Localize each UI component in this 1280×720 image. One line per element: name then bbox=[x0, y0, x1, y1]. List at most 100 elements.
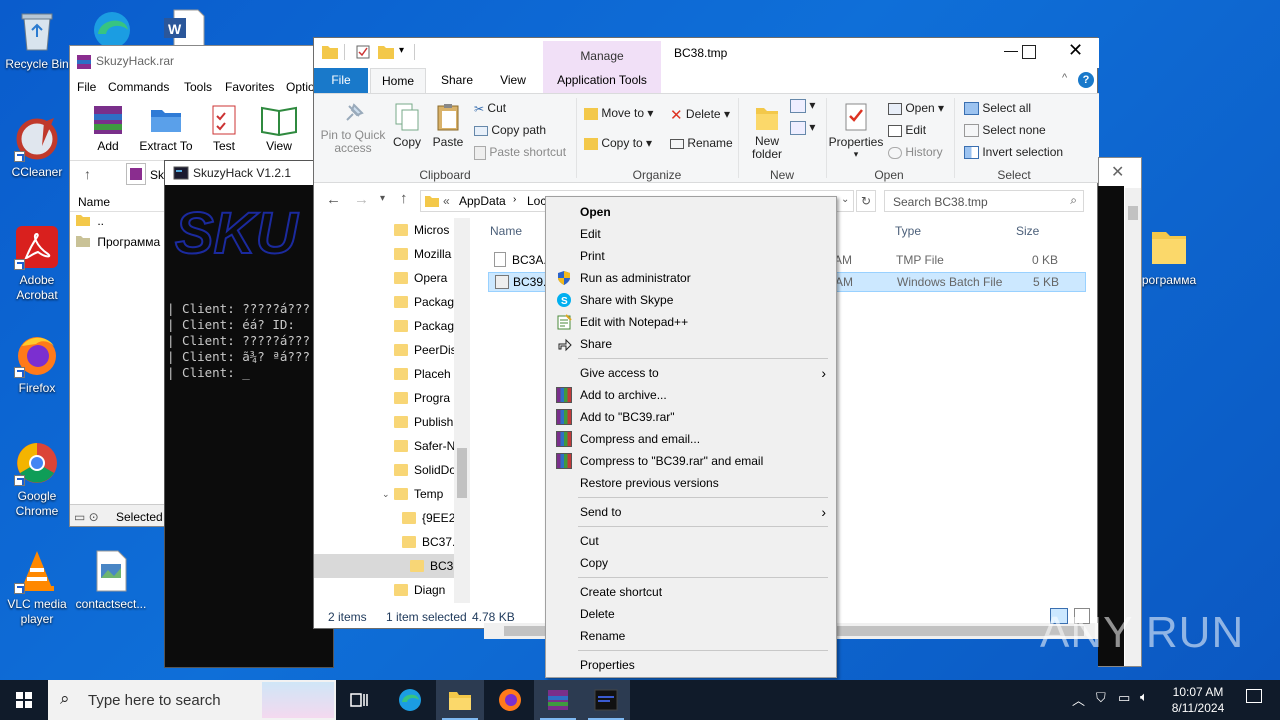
menu-item-give-access[interactable]: Give access to › bbox=[546, 362, 836, 384]
start-button[interactable] bbox=[0, 680, 48, 720]
winrar-view-button[interactable]: View bbox=[258, 102, 300, 153]
notifications-icon[interactable] bbox=[1246, 689, 1262, 703]
column-name[interactable]: Name bbox=[490, 224, 522, 238]
word-document-desktop-icon[interactable]: W bbox=[160, 8, 206, 47]
collapse-ribbon-icon[interactable]: ^ bbox=[1062, 72, 1067, 84]
taskbar-edge[interactable] bbox=[386, 680, 434, 720]
help-icon[interactable]: ? bbox=[1078, 72, 1094, 88]
move-to-button[interactable]: Move to ▾ bbox=[584, 106, 653, 120]
winrar-menu-favorites[interactable]: Favorites bbox=[225, 80, 274, 94]
address-local[interactable]: Loc bbox=[527, 194, 546, 208]
delete-button[interactable]: ✕ Delete ▾ bbox=[670, 106, 730, 124]
cut-button[interactable]: ✂ Cut bbox=[474, 101, 506, 116]
column-size[interactable]: Size bbox=[1016, 224, 1039, 238]
search-box[interactable]: Search BC38.tmp ⌕ bbox=[884, 190, 1084, 212]
winrar-menu-options[interactable]: Optio bbox=[286, 80, 315, 94]
refresh-icon[interactable]: ↻ bbox=[856, 190, 876, 212]
taskbar-console[interactable] bbox=[582, 680, 630, 720]
menu-item-print[interactable]: Print bbox=[546, 245, 836, 267]
nav-item-selected[interactable]: BC3 bbox=[314, 554, 454, 578]
history-button[interactable]: History bbox=[888, 145, 943, 159]
close-icon[interactable]: ✕ bbox=[1111, 162, 1124, 182]
tab-share[interactable]: Share bbox=[432, 68, 482, 93]
up-arrow-icon[interactable]: ↑ bbox=[84, 166, 91, 182]
nav-item[interactable]: Opera bbox=[394, 266, 447, 290]
console-title-bar[interactable]: SkuzyHack V1.2.1 bbox=[165, 161, 333, 185]
paste-button[interactable]: Paste bbox=[432, 102, 464, 149]
nav-item[interactable]: Mozilla bbox=[394, 242, 451, 266]
menu-item-copy[interactable]: Copy bbox=[546, 552, 836, 574]
paste-shortcut-button[interactable]: Paste shortcut bbox=[474, 145, 566, 160]
nav-item[interactable]: Placeh bbox=[394, 362, 451, 386]
show-hidden-icons-icon[interactable]: ︿ bbox=[1072, 690, 1085, 709]
nav-item[interactable]: {9EE2 bbox=[402, 506, 455, 530]
address-dropdown-icon[interactable]: ⌄ bbox=[841, 194, 849, 205]
nav-item[interactable]: Safer-N bbox=[394, 434, 455, 458]
winrar-name-column[interactable]: Name bbox=[78, 195, 110, 209]
taskbar-firefox[interactable] bbox=[486, 680, 534, 720]
desktop-icon-contactsect[interactable]: contactsect... bbox=[74, 548, 148, 612]
chevron-right-icon[interactable]: › bbox=[513, 194, 516, 205]
background-window-scrollbar[interactable] bbox=[1125, 188, 1141, 666]
winrar-menu-file[interactable]: File bbox=[77, 80, 96, 94]
menu-item-rename[interactable]: Rename bbox=[546, 625, 836, 647]
desktop-icon-google-chrome[interactable]: Google Chrome bbox=[0, 440, 74, 519]
taskbar-search-box[interactable]: ⌕ Type here to search bbox=[48, 680, 336, 720]
winrar-add-button[interactable]: Add bbox=[88, 102, 128, 153]
rename-button[interactable]: Rename bbox=[670, 136, 733, 150]
desktop-icon-ccleaner[interactable]: CCleaner bbox=[0, 116, 74, 180]
back-arrow-icon[interactable]: ← bbox=[326, 191, 341, 208]
maximize-icon[interactable] bbox=[1022, 45, 1036, 59]
menu-item-add-to-rar[interactable]: Add to "BC39.rar" bbox=[546, 406, 836, 428]
menu-item-compress-to-rar-email[interactable]: Compress to "BC39.rar" and email bbox=[546, 450, 836, 472]
winrar-path-field[interactable] bbox=[126, 163, 146, 185]
new-folder-button[interactable]: New folder bbox=[746, 102, 788, 161]
tab-file[interactable]: File bbox=[314, 68, 368, 93]
forward-arrow-icon[interactable]: → bbox=[354, 191, 369, 208]
menu-item-edit[interactable]: Edit bbox=[546, 223, 836, 245]
task-view-button[interactable] bbox=[336, 680, 384, 720]
qat-dropdown-icon[interactable]: ▾ bbox=[399, 45, 404, 56]
winrar-extract-button[interactable]: Extract To bbox=[138, 102, 194, 153]
open-button[interactable]: Open ▾ bbox=[888, 101, 944, 115]
edge-desktop-icon[interactable] bbox=[86, 6, 138, 48]
select-all-button[interactable]: Select all bbox=[964, 101, 1031, 116]
tab-home[interactable]: Home bbox=[370, 68, 426, 93]
winrar-row-programma[interactable]: Программа bbox=[76, 235, 160, 255]
nav-item-temp[interactable]: ⌄ Temp bbox=[382, 482, 443, 506]
copy-path-button[interactable]: Copy path bbox=[474, 123, 546, 137]
menu-item-properties[interactable]: Properties bbox=[546, 654, 836, 676]
edit-button[interactable]: Edit bbox=[888, 123, 926, 137]
nav-scrollbar[interactable] bbox=[454, 218, 470, 603]
invert-selection-button[interactable]: Invert selection bbox=[964, 145, 1063, 160]
menu-item-cut[interactable]: Cut bbox=[546, 530, 836, 552]
menu-item-share-with-skype[interactable]: S Share with Skype bbox=[546, 289, 836, 311]
winrar-row-parent[interactable]: .. bbox=[76, 214, 104, 234]
tab-application-tools[interactable]: Application Tools bbox=[543, 68, 661, 93]
nav-item[interactable]: Progra bbox=[394, 386, 450, 410]
winrar-menu-commands[interactable]: Commands bbox=[108, 80, 169, 94]
desktop-icon-recycle-bin[interactable]: Recycle Bin bbox=[0, 8, 74, 72]
defender-icon[interactable]: ⛉ bbox=[1096, 690, 1106, 706]
winrar-title-bar[interactable]: SkuzyHack.rar bbox=[70, 46, 328, 76]
address-overflow[interactable]: « bbox=[443, 194, 450, 208]
menu-item-create-shortcut[interactable]: Create shortcut bbox=[546, 581, 836, 603]
select-none-button[interactable]: Select none bbox=[964, 123, 1046, 138]
menu-item-compress-email[interactable]: Compress and email... bbox=[546, 428, 836, 450]
up-arrow-icon[interactable]: ↑ bbox=[400, 190, 408, 207]
taskbar-file-explorer[interactable] bbox=[436, 680, 484, 720]
nav-item[interactable]: Publish bbox=[394, 410, 453, 434]
desktop-icon-vlc[interactable]: VLC media player bbox=[0, 548, 74, 627]
winrar-test-button[interactable]: Test bbox=[206, 102, 242, 153]
minimize-icon[interactable]: — bbox=[1004, 42, 1018, 58]
nav-item[interactable]: SolidDo bbox=[394, 458, 456, 482]
desktop-icon-firefox[interactable]: Firefox bbox=[0, 332, 74, 396]
menu-item-open[interactable]: Open bbox=[546, 201, 836, 223]
nav-item[interactable]: Micros bbox=[394, 218, 449, 242]
nav-item[interactable]: BC37. bbox=[402, 530, 455, 554]
tab-view[interactable]: View bbox=[488, 68, 538, 93]
network-icon[interactable]: ▭ bbox=[1118, 690, 1130, 706]
new-item-button[interactable]: ▾ bbox=[790, 98, 815, 113]
column-type[interactable]: Type bbox=[895, 224, 921, 238]
clock[interactable]: 10:07 AM 8/11/2024 bbox=[1162, 684, 1234, 716]
